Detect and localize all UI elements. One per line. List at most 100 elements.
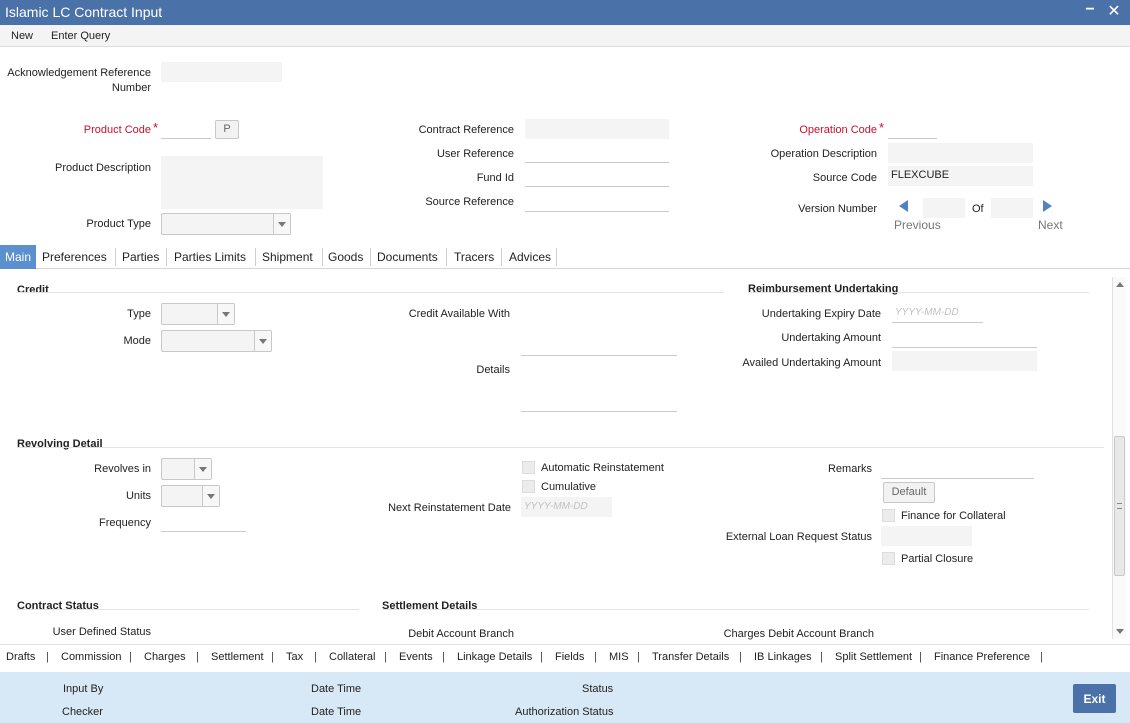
product-code-field[interactable] <box>161 119 211 139</box>
link-transfer-details[interactable]: Transfer Details <box>652 651 729 663</box>
remarks-label: Remarks <box>827 463 872 475</box>
source-reference-field[interactable] <box>525 192 669 212</box>
link-ib-linkages[interactable]: IB Linkages <box>754 651 811 663</box>
tab-tracers[interactable]: Tracers <box>454 245 494 269</box>
next-reinstatement-date-field[interactable]: YYYY-MM-DD <box>521 497 612 517</box>
fund-id-field[interactable] <box>525 167 669 187</box>
partial-closure-label: Partial Closure <box>901 553 974 565</box>
units-select[interactable] <box>161 485 220 507</box>
window-title: Islamic LC Contract Input <box>5 4 163 20</box>
tab-parties[interactable]: Parties <box>122 245 159 269</box>
credit-mode-select[interactable] <box>161 330 272 352</box>
tab-main[interactable]: Main <box>0 245 37 269</box>
partial-closure-checkbox[interactable] <box>882 552 895 565</box>
link-events[interactable]: Events <box>399 651 433 663</box>
exit-button[interactable]: Exit <box>1073 684 1116 713</box>
link-separator: | <box>384 651 387 663</box>
settlement-section-divider <box>382 609 1089 610</box>
previous-button[interactable]: Previous <box>894 218 941 232</box>
link-drafts[interactable]: Drafts <box>6 651 35 663</box>
operation-description-field[interactable] <box>888 143 1033 163</box>
link-charges[interactable]: Charges <box>144 651 186 663</box>
tab-separator <box>370 248 371 266</box>
credit-type-select[interactable] <box>161 303 235 325</box>
link-mis[interactable]: MIS <box>609 651 629 663</box>
link-separator: | <box>196 651 199 663</box>
default-button[interactable]: Default <box>883 482 935 503</box>
contract-reference-field[interactable] <box>525 119 669 139</box>
revolves-in-label: Revolves in <box>94 463 151 475</box>
link-separator: | <box>442 651 445 663</box>
link-separator: | <box>46 651 49 663</box>
settlement-section-title: Settlement Details <box>382 600 478 612</box>
scroll-thumb[interactable] <box>1114 436 1125 576</box>
ack-ref-label: Acknowledgement Reference Number <box>7 67 151 94</box>
remarks-field[interactable] <box>881 459 1034 479</box>
menu-enter-query[interactable]: Enter Query <box>51 30 110 42</box>
version-total-field <box>991 198 1033 218</box>
undertaking-expiry-date-label: Undertaking Expiry Date <box>761 308 881 320</box>
tab-preferences[interactable]: Preferences <box>42 245 107 269</box>
link-fields[interactable]: Fields <box>555 651 584 663</box>
chevron-down-icon <box>202 486 219 506</box>
cumulative-checkbox[interactable] <box>522 480 535 493</box>
operation-code-field[interactable] <box>888 119 937 139</box>
tab-documents[interactable]: Documents <box>377 245 438 269</box>
units-label: Units <box>125 490 151 502</box>
minimize-icon[interactable]: − <box>1080 1 1100 19</box>
link-separator: | <box>637 651 640 663</box>
availed-undertaking-amount-label: Availed Undertaking Amount <box>742 357 881 369</box>
link-settlement[interactable]: Settlement <box>211 651 264 663</box>
tab-separator <box>166 248 167 266</box>
bottom-link-bar: Drafts | Commission | Charges | Settleme… <box>0 644 1130 670</box>
status-label: Status <box>582 683 614 695</box>
frequency-field[interactable] <box>161 512 246 532</box>
close-icon[interactable]: ✕ <box>1104 1 1124 21</box>
credit-type-label: Type <box>127 308 151 320</box>
tab-bar: Main Preferences Parties Parties Limits … <box>0 245 1130 269</box>
previous-arrow-icon[interactable] <box>899 200 908 212</box>
next-button[interactable]: Next <box>1038 218 1063 232</box>
source-code-field[interactable]: FLEXCUBE <box>888 166 1033 186</box>
version-number-field[interactable] <box>923 198 965 218</box>
contract-status-divider <box>17 609 359 610</box>
ack-ref-field[interactable] <box>161 62 282 82</box>
credit-available-with-field[interactable] <box>521 336 677 356</box>
scroll-up-icon[interactable] <box>1116 282 1124 287</box>
tab-parties-limits[interactable]: Parties Limits <box>174 245 246 269</box>
title-bar: Islamic LC Contract Input − ✕ <box>0 0 1130 25</box>
external-loan-status-field <box>881 526 972 546</box>
tab-shipment[interactable]: Shipment <box>262 245 313 269</box>
tab-goods[interactable]: Goods <box>328 245 363 269</box>
vertical-scrollbar[interactable] <box>1112 277 1126 639</box>
link-separator: | <box>271 651 274 663</box>
product-code-lookup-button[interactable]: P <box>215 120 239 139</box>
details-field[interactable] <box>521 392 677 412</box>
undertaking-amount-field[interactable] <box>892 328 1037 348</box>
chevron-down-icon <box>273 214 290 234</box>
chevron-down-icon <box>254 331 271 351</box>
link-commission[interactable]: Commission <box>61 651 122 663</box>
revolves-in-select[interactable] <box>161 458 212 480</box>
finance-for-collateral-checkbox[interactable] <box>882 509 895 522</box>
product-type-label: Product Type <box>86 218 151 230</box>
user-reference-field[interactable] <box>525 143 669 163</box>
link-tax[interactable]: Tax <box>286 651 303 663</box>
product-description-field[interactable] <box>161 156 323 209</box>
tab-advices[interactable]: Advices <box>509 245 551 269</box>
link-separator: | <box>1040 651 1043 663</box>
link-collateral[interactable]: Collateral <box>329 651 375 663</box>
link-finance-preference[interactable]: Finance Preference <box>934 651 1030 663</box>
link-split-settlement[interactable]: Split Settlement <box>835 651 912 663</box>
scroll-down-icon[interactable] <box>1116 629 1124 634</box>
ack-ref-label-line1: Acknowledgement Reference <box>7 67 151 79</box>
menu-new[interactable]: New <box>11 30 33 42</box>
link-linkage-details[interactable]: Linkage Details <box>457 651 532 663</box>
undertaking-expiry-date-field[interactable]: YYYY-MM-DD <box>892 303 983 323</box>
automatic-reinstatement-checkbox[interactable] <box>522 461 535 474</box>
link-separator: | <box>919 651 922 663</box>
next-arrow-icon[interactable] <box>1043 200 1052 212</box>
revolving-section-title: Revolving Detail <box>17 438 103 450</box>
finance-for-collateral-label: Finance for Collateral <box>901 510 1006 522</box>
product-type-select[interactable] <box>161 213 291 235</box>
